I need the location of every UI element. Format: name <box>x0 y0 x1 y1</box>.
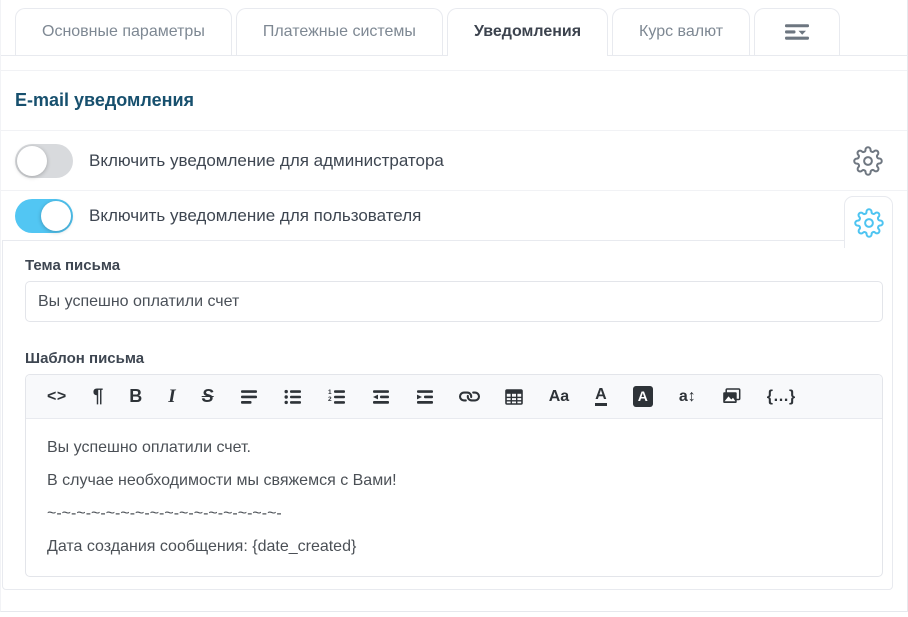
admin-notification-toggle[interactable] <box>15 144 73 178</box>
tab-main-params[interactable]: Основные параметры <box>15 8 232 55</box>
template-label: Шаблон письма <box>25 350 892 367</box>
code-icon: <> <box>47 388 67 406</box>
ordered-list-icon: 12 <box>328 388 346 406</box>
toggle-knob <box>17 146 47 176</box>
page-title: E-mail уведомления <box>15 90 194 111</box>
indent-button[interactable] <box>416 386 434 408</box>
svg-text:2: 2 <box>328 395 332 402</box>
strikethrough-button[interactable]: S <box>202 386 214 408</box>
unordered-list-button[interactable] <box>284 386 302 408</box>
gear-icon <box>854 208 884 238</box>
editor-paragraph: Дата создания сообщения: {date_created} <box>47 538 861 556</box>
strikethrough-icon: S <box>202 386 214 407</box>
user-settings-gear-tab <box>844 196 893 248</box>
tab-content-spacer <box>1 56 907 70</box>
subject-input[interactable] <box>25 281 883 322</box>
outdent-button[interactable] <box>372 386 390 408</box>
background-color-button[interactable]: A <box>633 386 653 408</box>
admin-notification-row: Включить уведомление для администратора <box>1 130 907 190</box>
font-family-icon: Aa <box>549 388 569 406</box>
italic-button[interactable]: I <box>168 386 175 408</box>
tab-bar: Основные параметрыПлатежные системыУведо… <box>1 0 907 56</box>
bold-button[interactable]: B <box>129 386 142 408</box>
user-notification-row: Включить уведомление для пользователя <box>1 190 907 240</box>
toggle-knob <box>41 201 71 231</box>
tabs-menu-icon <box>784 23 811 41</box>
paragraph-button[interactable]: ¶ <box>93 386 104 408</box>
background-color-icon: A <box>633 386 653 406</box>
table-button[interactable] <box>505 386 523 408</box>
template-variable-icon: {…} <box>767 388 795 406</box>
settings-card: Основные параметрыПлатежные системыУведо… <box>0 0 908 612</box>
tab-more[interactable] <box>754 8 840 55</box>
link-icon <box>460 387 479 406</box>
email-notifications-heading-row: E-mail уведомления <box>1 70 907 130</box>
unordered-list-icon <box>284 388 302 406</box>
italic-icon: I <box>168 386 175 408</box>
user-settings-gear-button[interactable] <box>853 207 885 239</box>
admin-notification-label: Включить уведомление для администратора <box>89 151 444 171</box>
bold-icon: B <box>129 386 142 407</box>
align-button[interactable] <box>240 386 258 408</box>
image-button[interactable] <box>722 386 741 408</box>
user-notification-label: Включить уведомление для пользователя <box>89 206 421 226</box>
gear-icon <box>853 146 883 176</box>
table-icon <box>505 388 523 406</box>
indent-icon <box>416 388 434 406</box>
line-height-button[interactable]: a↕ <box>679 386 696 408</box>
font-family-button[interactable]: Aa <box>549 386 569 408</box>
image-icon <box>722 387 741 406</box>
tab-payment-systems[interactable]: Платежные системы <box>236 8 443 55</box>
link-button[interactable] <box>460 386 479 408</box>
code-button[interactable]: <> <box>47 386 67 408</box>
line-height-icon: a↕ <box>679 388 696 406</box>
admin-settings-gear-button[interactable] <box>852 145 884 177</box>
paragraph-icon: ¶ <box>93 386 104 408</box>
align-icon <box>240 388 258 406</box>
editor-content[interactable]: Вы успешно оплатили счет. В случае необхо… <box>26 419 882 577</box>
tab-notifications[interactable]: Уведомления <box>447 8 608 56</box>
editor-paragraph: Вы успешно оплатили счет. <box>47 439 861 457</box>
text-color-icon: A <box>595 387 607 407</box>
subject-label: Тема письма <box>25 257 892 274</box>
ordered-list-button[interactable]: 12 <box>328 386 346 408</box>
template-editor: <> ¶ B I S 12 Aa A Aa↕ {…} Вы успешно оплатили сч… <box>25 374 883 577</box>
editor-paragraph: В случае необходимости мы свяжемся с Вам… <box>47 472 861 490</box>
text-color-button[interactable]: A <box>595 386 607 408</box>
editor-toolbar: <> ¶ B I S 12 Aa A Aa↕ {…} <box>26 375 882 419</box>
user-notification-panel: Тема письма Шаблон письма <> ¶ B I S 12 Aa A Aa↕… <box>2 240 893 590</box>
outdent-icon <box>372 388 390 406</box>
template-variable-button[interactable]: {…} <box>767 386 795 408</box>
editor-paragraph: ~-~-~-~-~-~-~-~-~-~-~-~-~-~-~-~- <box>47 505 861 523</box>
tab-currency-rates[interactable]: Курс валют <box>612 8 750 55</box>
user-notification-toggle[interactable] <box>15 199 73 233</box>
